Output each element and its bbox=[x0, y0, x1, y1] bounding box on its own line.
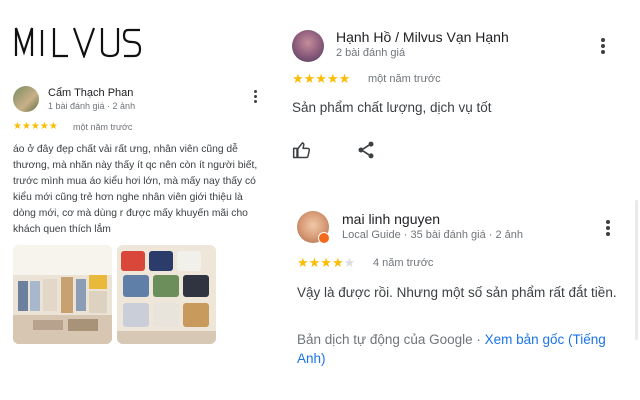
stars-filled: ★★★★ bbox=[297, 255, 344, 270]
reviewer-meta: 1 bài đánh giá · 2 ảnh bbox=[48, 101, 136, 111]
stars-empty: ★ bbox=[343, 255, 356, 270]
share-icon bbox=[358, 141, 374, 159]
review-text: Vậy là được rồi. Nhưng một số sản phẩm r… bbox=[297, 285, 617, 300]
more-vert-icon[interactable] bbox=[254, 90, 260, 103]
review-photo[interactable] bbox=[13, 245, 112, 344]
rating-stars: ★★★★★ bbox=[13, 121, 58, 132]
review-card-left: Cẩm Thạch Phan 1 bài đánh giá · 2 ảnh ★★… bbox=[0, 76, 278, 356]
review-photo[interactable] bbox=[117, 245, 216, 344]
translation-label: Bản dịch tự động của Google · bbox=[297, 332, 485, 347]
scrollbar[interactable] bbox=[635, 200, 638, 340]
reviewer-meta: Local Guide · 35 bài đánh giá · 2 ảnh bbox=[342, 229, 524, 241]
store-interior-image bbox=[13, 245, 112, 344]
milvus-logo bbox=[14, 27, 142, 58]
reviewer-meta: 2 bài đánh giá bbox=[336, 47, 406, 59]
reviewer-name[interactable]: Hạnh Hồ / Milvus Vạn Hạnh bbox=[336, 29, 509, 45]
reviewer-name[interactable]: Cẩm Thạch Phan bbox=[48, 87, 133, 99]
reviewer-avatar[interactable] bbox=[13, 86, 39, 112]
review-time: một năm trước bbox=[368, 73, 441, 85]
translation-note: Bản dịch tự động của Google · Xem bản gố… bbox=[297, 330, 627, 368]
rating-stars: ★★★★★ bbox=[297, 255, 355, 271]
rating-stars: ★★★★★ bbox=[292, 71, 351, 86]
review-time: một năm trước bbox=[73, 122, 133, 132]
more-vert-icon[interactable] bbox=[606, 220, 610, 236]
review-text: Sản phẩm chất lượng, dịch vụ tốt bbox=[292, 100, 492, 115]
review-time: 4 năm trước bbox=[373, 257, 434, 269]
like-button[interactable] bbox=[292, 140, 312, 160]
reviewer-avatar[interactable] bbox=[292, 30, 324, 62]
share-button[interactable] bbox=[356, 140, 376, 160]
thumbs-up-icon bbox=[292, 142, 311, 159]
more-vert-icon[interactable] bbox=[601, 38, 605, 54]
local-guide-badge-icon bbox=[318, 232, 330, 244]
review-text: áo ở đây đẹp chất vải rất ưng, nhân viên… bbox=[13, 144, 258, 235]
reviewer-name[interactable]: mai linh nguyen bbox=[342, 211, 440, 227]
folded-shirts-image bbox=[117, 245, 216, 344]
